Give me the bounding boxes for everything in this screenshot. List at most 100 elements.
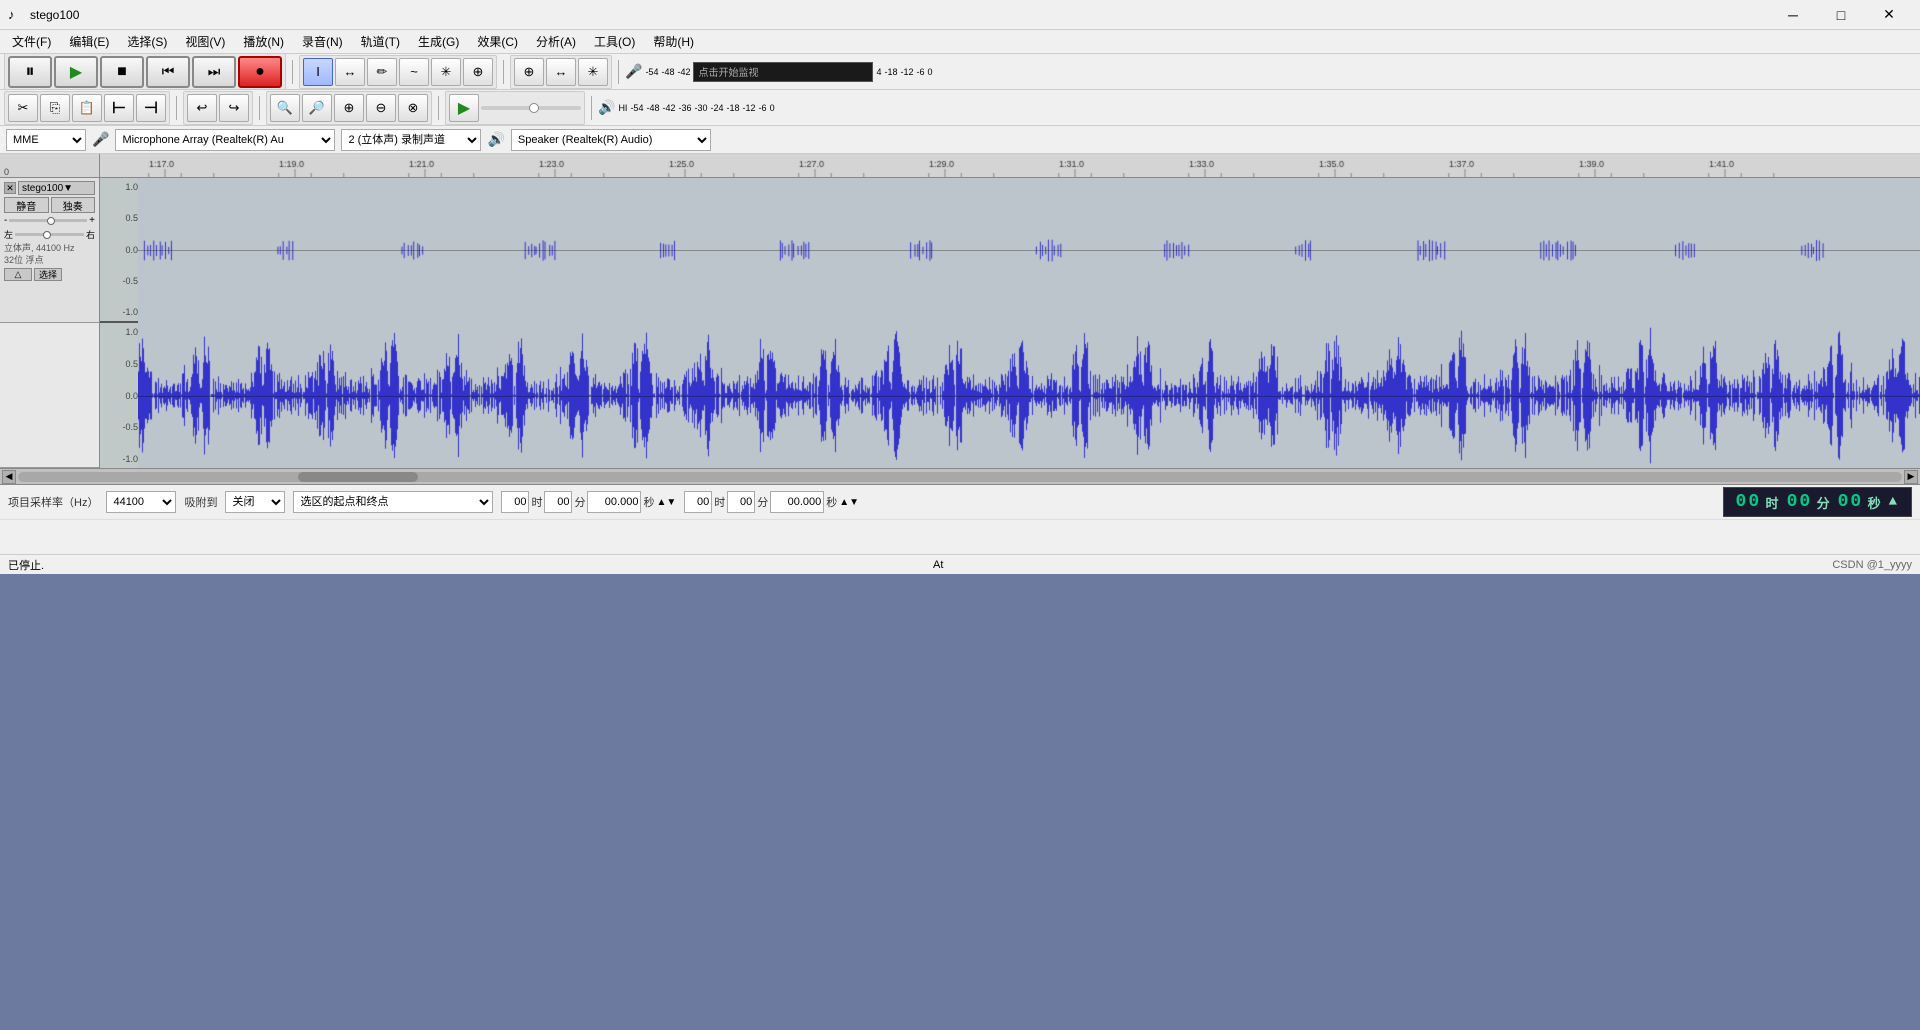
menu-record[interactable]: 录音(N): [294, 31, 351, 52]
zoom-norm-button[interactable]: ⊕: [334, 94, 364, 122]
track1-pan-r: 右: [86, 228, 95, 241]
menu-playback[interactable]: 播放(N): [235, 31, 292, 52]
zoom-fit-button[interactable]: ⊖: [366, 94, 396, 122]
timeline-ruler[interactable]: 0: [0, 154, 1920, 178]
input-db-label1: -54: [645, 67, 658, 77]
start-time-spinner[interactable]: ▲▼: [656, 497, 676, 508]
wave-track-upper[interactable]: 1.0 0.5 0.0 -0.5 -1.0: [100, 178, 1920, 323]
maximize-button[interactable]: □: [1818, 0, 1864, 30]
menu-help[interactable]: 帮助(H): [645, 31, 702, 52]
pencil-tool-button[interactable]: ✏: [367, 58, 397, 86]
start-time-h[interactable]: [501, 491, 529, 513]
titlebar-title: stego100: [30, 8, 79, 22]
zoom-in-button[interactable]: 🔍: [270, 94, 300, 122]
out-db-4: -36: [678, 103, 691, 113]
redo-button[interactable]: ↪: [219, 94, 249, 122]
zoom-fit-btn[interactable]: ↔: [546, 58, 576, 86]
start-time-m[interactable]: [544, 491, 572, 513]
end-time-s[interactable]: [770, 491, 824, 513]
track1-mute-btn[interactable]: 静音: [4, 197, 49, 213]
menu-view[interactable]: 视图(V): [177, 31, 233, 52]
play-button[interactable]: ▶: [54, 56, 98, 88]
zoom-group: 🔍 🔎 ⊕ ⊖ ⊗: [266, 91, 432, 125]
next-button[interactable]: ⏭: [192, 56, 236, 88]
zoom-out-button[interactable]: 🔎: [302, 94, 332, 122]
track1-dropdown-arrow: ▼: [63, 183, 73, 194]
edit-ops-group: ✂ ⎘ 📋 ⊢ ⊣: [4, 91, 170, 125]
pb-m-unit: 分: [1817, 493, 1832, 512]
track1-close-btn[interactable]: ✕: [4, 182, 16, 194]
menu-analyze[interactable]: 分析(A): [528, 31, 584, 52]
track1-volume-slider[interactable]: [9, 219, 87, 222]
menu-generate[interactable]: 生成(G): [410, 31, 467, 52]
prev-button[interactable]: ⏮: [146, 56, 190, 88]
play-green-button[interactable]: ▶: [449, 94, 479, 122]
input-meter-bar[interactable]: 点击开始监视: [693, 62, 873, 82]
menu-file[interactable]: 文件(F): [4, 31, 59, 52]
end-time-h[interactable]: [684, 491, 712, 513]
toolbar-sep-2: [503, 60, 504, 84]
speaker-device-select[interactable]: Speaker (Realtek(R) Audio): [511, 129, 711, 151]
track1-dropdown[interactable]: stego100 ▼: [18, 181, 95, 195]
menu-tools[interactable]: 工具(O): [586, 31, 643, 52]
track1-pan-row: 左 右: [4, 228, 95, 241]
mic-device-select[interactable]: Microphone Array (Realtek(R) Au: [115, 129, 335, 151]
h-scrollbar-thumb[interactable]: [298, 472, 418, 482]
track1-collapse-btn[interactable]: △: [4, 268, 32, 281]
toolbar-sep-5: [259, 96, 260, 120]
end-time-m[interactable]: [727, 491, 755, 513]
silence-button[interactable]: ⊣: [136, 94, 166, 122]
copy-button[interactable]: ⎘: [40, 94, 70, 122]
toolbar1: ⏸ ▶ ■ ⏮ ⏭ ● I ↔ ✏ ~ ✳ ⊕ ⊕ ↔ ✳ 🎤 -54 -48 …: [0, 54, 1920, 90]
tracks-container: ✕ stego100 ▼ 静音 独奏 - +: [0, 178, 1920, 468]
undo-button[interactable]: ↩: [187, 94, 217, 122]
record-button[interactable]: ●: [238, 56, 282, 88]
bottom-bar: 项目采样率（Hz） 44100 吸附到 关闭 选区的起点和终点 时 分 秒 ▲▼…: [0, 484, 1920, 554]
close-button[interactable]: ✕: [1866, 0, 1912, 30]
h-scrollbar-track[interactable]: [18, 472, 1902, 482]
zoom-in-btn[interactable]: ⊕: [514, 58, 544, 86]
track1-pan-slider[interactable]: [15, 233, 84, 236]
scroll-left-btn[interactable]: ◀: [2, 470, 16, 484]
minimize-button[interactable]: ─: [1770, 0, 1816, 30]
out-db-10: 0: [770, 103, 775, 113]
speaker-output-icon: 🔊: [487, 131, 504, 148]
multi-tool-button[interactable]: ✳: [431, 58, 461, 86]
zoom-sel-button2[interactable]: ⊗: [398, 94, 428, 122]
paste-button[interactable]: 📋: [72, 94, 102, 122]
start-time-s[interactable]: [587, 491, 641, 513]
envelope-tool-button[interactable]: ~: [399, 58, 429, 86]
menu-tracks[interactable]: 轨道(T): [353, 31, 408, 52]
speed-slider[interactable]: [481, 106, 581, 110]
audio-interface-select[interactable]: MME: [6, 129, 86, 151]
scroll-right-btn[interactable]: ▶: [1904, 470, 1918, 484]
menu-edit[interactable]: 编辑(E): [61, 31, 117, 52]
sample-rate-select[interactable]: 44100: [106, 491, 176, 513]
trim-button[interactable]: ⊢: [104, 94, 134, 122]
track1-select-btn[interactable]: 选择: [34, 268, 62, 281]
wave-track-lower[interactable]: 1.0 0.5 0.0 -0.5 -1.0: [100, 323, 1920, 468]
cursor-tool-button[interactable]: I: [303, 58, 333, 86]
cut-button[interactable]: ✂: [8, 94, 38, 122]
track1-vol-plus: +: [89, 215, 95, 226]
selection-type-select[interactable]: 选区的起点和终点: [293, 491, 493, 513]
sample-rate-label: 项目采样率（Hz）: [8, 494, 98, 510]
wave2-canvas: [138, 323, 1920, 468]
attach-select[interactable]: 关闭: [225, 491, 285, 513]
menu-select[interactable]: 选择(S): [119, 31, 175, 52]
out-db-7: -18: [727, 103, 740, 113]
channels-select[interactable]: 2 (立体声) 录制声道: [341, 129, 481, 151]
start-h-unit: 时: [531, 494, 542, 510]
playback-time-display: 00 时 00 分 00 秒 ▲: [1723, 487, 1912, 517]
end-time-spinner[interactable]: ▲▼: [839, 497, 859, 508]
wave1-y-0.0: 0.0: [102, 245, 138, 255]
zoom-tool-button[interactable]: ⊕: [463, 58, 493, 86]
out-db-2: -48: [646, 103, 659, 113]
pb-spinner[interactable]: ▲: [1889, 494, 1899, 510]
pause-button[interactable]: ⏸: [8, 56, 52, 88]
stop-button[interactable]: ■: [100, 56, 144, 88]
select-tool-button[interactable]: ↔: [335, 58, 365, 86]
track1-solo-btn[interactable]: 独奏: [51, 197, 96, 213]
menu-effects[interactable]: 效果(C): [469, 31, 526, 52]
zoom-sel-btn[interactable]: ✳: [578, 58, 608, 86]
